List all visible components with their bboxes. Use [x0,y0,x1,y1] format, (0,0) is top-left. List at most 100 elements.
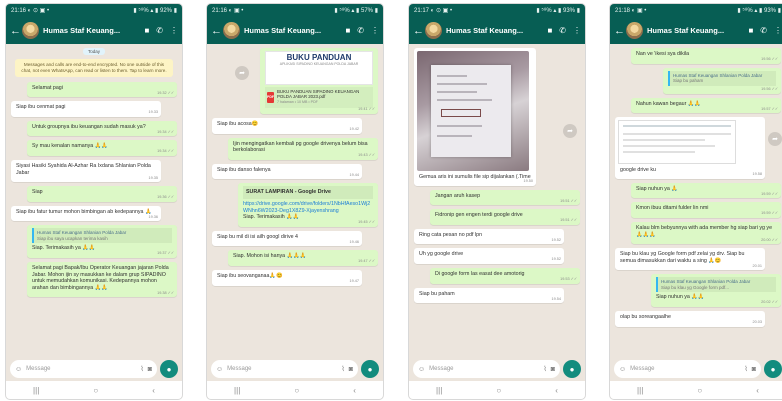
photo-thumbnail[interactable] [417,51,529,171]
message-bubble[interactable]: Siap ibu seovanganaa🙏😊 19.47 [212,269,362,286]
message-bubble[interactable]: Siap bu paham 19.54 [414,287,564,304]
attach-icon[interactable]: ⌇ [744,365,747,373]
attach-icon[interactable]: ⌇ [140,365,143,373]
message-bubble[interactable]: Di google form las easat dee amotorig 19.… [430,267,580,284]
message-bubble[interactable]: Siap 19.36 ✓✓ [27,186,177,202]
chat-title[interactable]: Humas Staf Keuang... [647,26,741,35]
message-input[interactable]: ☺ Message ⌇ ◙ [413,360,560,378]
message-input[interactable]: ☺ Message ⌇ ◙ [10,360,157,378]
recent-apps-icon[interactable]: ||| [33,386,39,395]
voice-call-icon[interactable]: ✆ [559,26,566,35]
nav-back-icon[interactable]: ‹ [756,386,759,395]
more-options-icon[interactable]: ⋮ [774,26,782,35]
message-bubble[interactable]: Kalau blm bebyunnya with ada member hg s… [631,221,781,245]
quoted-message[interactable]: Humas Staf Keuangan Shlanian Polda Jabar… [32,228,172,244]
message-bubble[interactable]: Ring cata pesan no pdf lpn 19.52 [414,228,564,245]
video-call-icon[interactable]: ■ [547,26,552,35]
voice-call-icon[interactable]: ✆ [156,26,163,35]
message-bubble[interactable]: Nahun kawan begaur 🙏🙏 19.57 ✓✓ [631,97,781,114]
message-bubble[interactable]: Siap ibu danso falenya 19.44 [212,163,362,180]
document-message[interactable]: BUKU PANDUAN APLIKASI SIPADINO KEUANGAN … [260,48,378,114]
message-input[interactable]: ☺ Message ⌇ ◙ [614,360,761,378]
avatar[interactable] [425,22,442,39]
home-icon[interactable]: ○ [496,386,501,395]
message-bubble[interactable]: Siap ibu acosa😊 19.42 [212,118,362,134]
message-bubble[interactable]: Selamat pagi 19.32 ✓✓ [27,81,177,98]
voice-call-icon[interactable]: ✆ [357,26,364,35]
avatar[interactable] [22,22,39,39]
chat-area[interactable]: Nan ve 'ikesi sya dikila 19.56 ✓✓ Humas S… [610,44,782,355]
screenshot-thumbnail[interactable] [618,120,736,165]
microphone-icon[interactable]: ● [563,360,581,378]
chat-area[interactable]: Today Messages and calls are end-to-end … [6,44,182,355]
video-call-icon[interactable]: ■ [144,26,149,35]
message-bubble[interactable]: Sy mau kenalan namanya 🙏🙏 19.34 ✓✓ [27,140,177,156]
emoji-icon[interactable]: ☺ [619,366,626,373]
recent-apps-icon[interactable]: ||| [637,386,643,395]
message-bubble[interactable]: Kmon ibuu ditami fulder lin nmi 19.59 ✓✓ [631,202,781,218]
camera-icon[interactable]: ◙ [551,366,555,373]
attach-icon[interactable]: ⌇ [543,365,546,373]
camera-icon[interactable]: ◙ [752,366,756,373]
message-bubble[interactable]: Uh yg google drive 19.52 [414,248,564,264]
nav-back-icon[interactable]: ‹ [152,386,155,395]
chat-title[interactable]: Humas Staf Keuang... [244,26,338,35]
forward-icon[interactable]: ➦ [235,66,249,80]
back-arrow-icon[interactable]: ← [614,25,625,37]
forward-icon[interactable]: ➦ [768,132,782,146]
recent-apps-icon[interactable]: ||| [234,386,240,395]
home-icon[interactable]: ○ [697,386,702,395]
forward-icon[interactable]: ➦ [563,124,577,138]
avatar[interactable] [626,22,643,39]
message-bubble[interactable]: Ijin mengingatkan kembali pg google driv… [228,137,378,160]
document-preview[interactable]: BUKU PANDUAN APLIKASI SIPADINO KEUANGAN … [265,51,373,85]
message-bubble[interactable]: Siap ibu cenmat pagi 19.33 [11,101,161,117]
camera-icon[interactable]: ◙ [349,366,353,373]
message-input[interactable]: ☺ Message ⌇ ◙ [211,360,358,378]
message-bubble[interactable]: olap bu soreangaalhe 20.03 [615,310,765,327]
recent-apps-icon[interactable]: ||| [436,386,442,395]
back-arrow-icon[interactable]: ← [10,25,21,37]
more-options-icon[interactable]: ⋮ [170,26,178,35]
image-message[interactable]: Gemua aris ini sumulis file sip dijalank… [414,48,536,186]
video-call-icon[interactable]: ■ [748,26,753,35]
message-bubble[interactable]: Siap nuhun ya 🙏 19.59 ✓✓ [631,182,781,199]
message-bubble[interactable]: Fidronip gen engen terdi google drive 19.… [430,209,580,225]
message-bubble[interactable]: Siap. Mohon isi hanya 🙏🙏🙏 19.47 ✓✓ [228,250,378,266]
chat-area[interactable]: ➦ Gemua aris ini sumulis file sip dijala… [409,44,585,355]
document-file-row[interactable]: PDF BUKU PANDUAN SIPADINO KEUANGAN POLDA… [265,87,373,108]
home-icon[interactable]: ○ [93,386,98,395]
camera-icon[interactable]: ◙ [148,366,152,373]
chat-title[interactable]: Humas Staf Keuang... [446,26,540,35]
encryption-notice[interactable]: Messages and calls are end-to-end encryp… [15,59,173,77]
message-bubble[interactable]: Humas Staf Keuangan Shlanian Polda Jabar… [651,274,781,307]
link-preview-title[interactable]: SURAT LAMPIRAN - Google Drive [243,186,373,199]
message-bubble[interactable]: Humas Staf Keuangan Shlanian Polda Jabar… [663,67,781,94]
back-arrow-icon[interactable]: ← [211,25,222,37]
chat-area[interactable]: ➦ BUKU PANDUAN APLIKASI SIPADINO KEUANGA… [207,44,383,355]
voice-call-icon[interactable]: ✆ [760,26,767,35]
nav-back-icon[interactable]: ‹ [353,386,356,395]
more-options-icon[interactable]: ⋮ [371,26,379,35]
microphone-icon[interactable]: ● [361,360,379,378]
avatar[interactable] [223,22,240,39]
link-url[interactable]: https://drive.google.com/drive/folders/1… [243,201,373,214]
message-bubble[interactable]: Selamat pagi Bapak/Ibu Operator Keuangan… [27,261,177,298]
message-bubble[interactable]: Siyasi Hasiki Syahida Al-Azhar Ra Ixdana… [11,159,161,183]
back-arrow-icon[interactable]: ← [413,25,424,37]
microphone-icon[interactable]: ● [160,360,178,378]
more-options-icon[interactable]: ⋮ [573,26,581,35]
microphone-icon[interactable]: ● [764,360,782,378]
message-bubble[interactable]: Jangan aruh kasep 19.51 ✓✓ [430,189,580,206]
message-bubble[interactable]: Nan ve 'ikesi sya dikila 19.56 ✓✓ [631,48,781,64]
chat-title[interactable]: Humas Staf Keuang... [43,26,137,35]
message-bubble[interactable]: Humas Staf Keuangan Shlanian Polda Jabar… [27,225,177,258]
attach-icon[interactable]: ⌇ [341,365,344,373]
home-icon[interactable]: ○ [294,386,299,395]
quoted-message[interactable]: Humas Staf Keuangan Shlanian Polda Jabar… [668,70,776,86]
message-bubble[interactable]: Siap bu mil di isi ailh googl dirive 4 19… [212,230,362,247]
emoji-icon[interactable]: ☺ [418,366,425,373]
nav-back-icon[interactable]: ‹ [555,386,558,395]
video-call-icon[interactable]: ■ [345,26,350,35]
message-bubble[interactable]: Untuk groupnya ibu keuangan sudah masuk … [27,120,177,137]
